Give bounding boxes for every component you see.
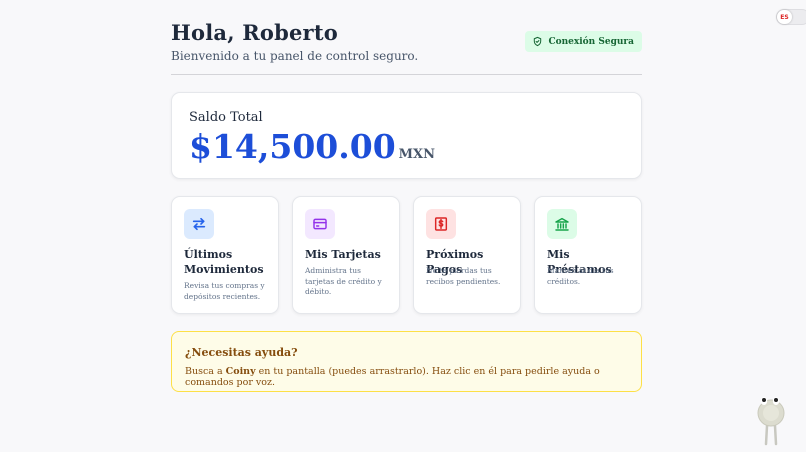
dollar-receipt-icon — [434, 217, 448, 231]
balance-amount-row: $14,500.00 MXN — [189, 127, 435, 166]
card-description: No te pierdas tus recibos pendientes. — [426, 266, 501, 286]
arrows-exchange-icon — [192, 217, 206, 231]
card-mis-prestamos[interactable]: Mis Préstamos Mantén al día tus créditos… — [534, 196, 642, 314]
card-title: Últimos Movimientos — [184, 248, 264, 276]
help-text-before: Busca a — [185, 366, 226, 377]
language-toggle[interactable]: ES — [776, 9, 806, 25]
balance-currency: MXN — [398, 147, 436, 162]
card-mis-tarjetas[interactable]: Mis Tarjetas Administra tus tarjetas de … — [292, 196, 400, 314]
credit-card-icon — [313, 218, 327, 230]
shield-check-icon — [534, 36, 542, 47]
card-icon-container — [184, 209, 214, 239]
help-box: ¿Necesitas ayuda? Busca a Coiny en tu pa… — [171, 331, 642, 392]
card-icon-container — [547, 209, 577, 239]
assistant-name: Coiny — [225, 366, 256, 377]
card-proximos-pagos[interactable]: Próximos Pagos No te pierdas tus recibos… — [413, 196, 521, 314]
card-description: Mantén al día tus créditos. — [547, 266, 614, 286]
help-title: ¿Necesitas ayuda? — [185, 346, 298, 359]
page-header: Hola, Roberto Bienvenido a tu panel de c… — [171, 20, 642, 63]
coiny-assistant-icon[interactable] — [756, 396, 786, 446]
help-text: Busca a Coiny en tu pantalla (puedes arr… — [185, 366, 641, 388]
card-icon-container — [305, 209, 335, 239]
card-title: Mis Tarjetas — [305, 248, 381, 261]
secure-connection-badge: Conexión Segura — [525, 31, 642, 52]
balance-amount: $14,500.00 — [189, 127, 396, 166]
bank-icon — [555, 217, 569, 231]
card-icon-container — [426, 209, 456, 239]
card-description: Revisa tus compras y depósitos recientes… — [184, 281, 265, 301]
card-ultimos-movimientos[interactable]: Últimos Movimientos Revisa tus compras y… — [171, 196, 279, 314]
balance-label: Saldo Total — [189, 110, 263, 125]
language-toggle-label: ES — [777, 10, 792, 24]
balance-card: Saldo Total $14,500.00 MXN — [171, 92, 642, 179]
secure-badge-label: Conexión Segura — [548, 36, 634, 47]
card-description: Administra tus tarjetas de crédito y déb… — [305, 266, 382, 296]
header-divider — [171, 74, 642, 75]
